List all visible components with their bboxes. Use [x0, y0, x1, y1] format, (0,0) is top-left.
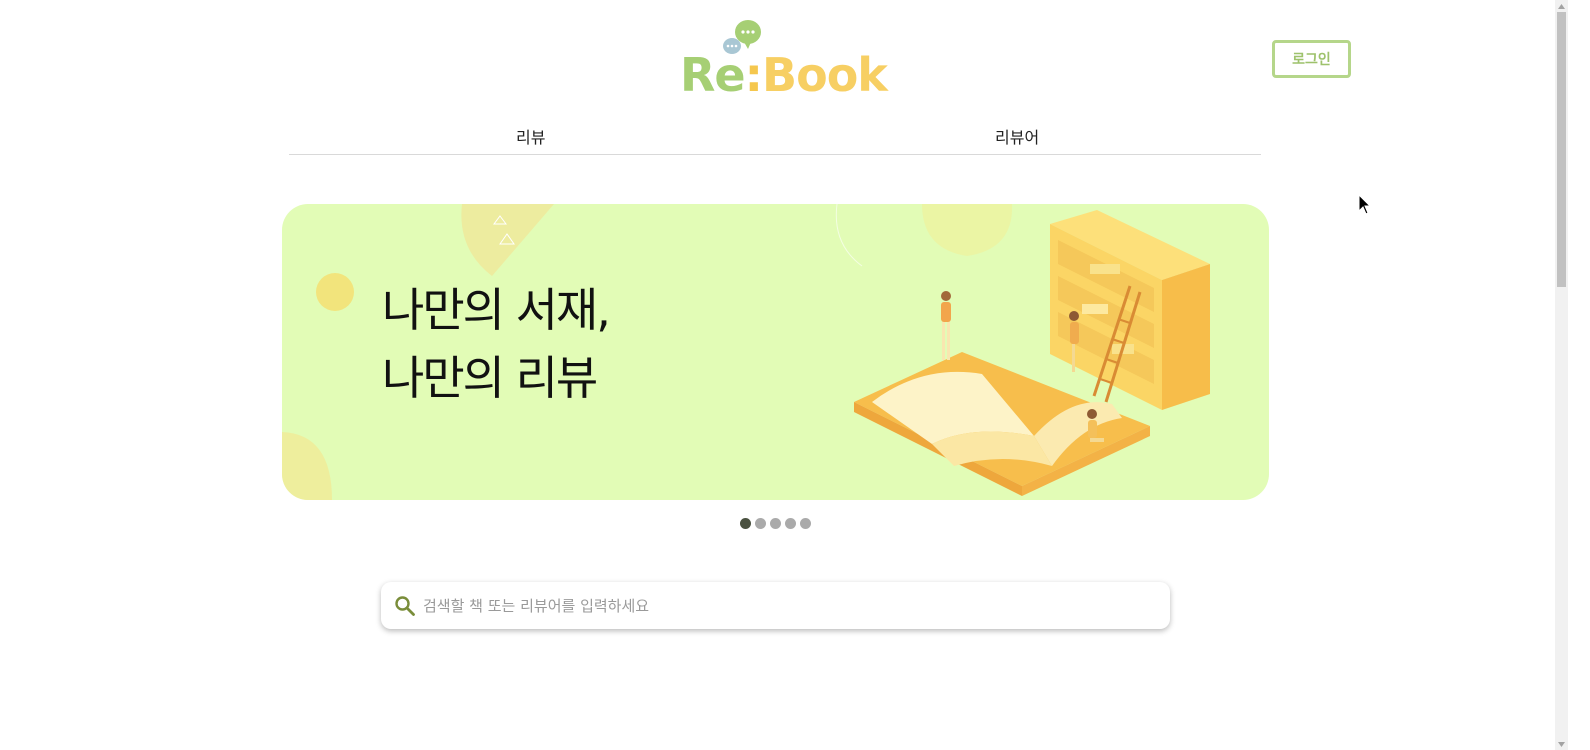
hero-banner[interactable]: 나만의 서재, 나만의 리뷰 [282, 204, 1269, 500]
carousel-dot-3[interactable] [770, 518, 781, 529]
login-button[interactable]: 로그인 [1272, 40, 1351, 78]
scrollbar-thumb[interactable] [1557, 12, 1566, 287]
nav-item-reviewer[interactable]: 리뷰어 [995, 124, 1039, 148]
mouse-cursor-icon [1358, 194, 1372, 215]
search-input[interactable] [423, 582, 1153, 629]
banner-headline: 나만의 서재, 나만의 리뷰 [382, 276, 611, 412]
scroll-up-arrow-icon[interactable] [1555, 0, 1568, 12]
logo-colon: : [744, 48, 763, 102]
carousel-indicators [740, 518, 811, 529]
carousel-dot-4[interactable] [785, 518, 796, 529]
logo-book: Book [762, 48, 888, 102]
carousel-dot-1[interactable] [740, 518, 751, 529]
search-bar [381, 582, 1170, 629]
carousel-dot-5[interactable] [800, 518, 811, 529]
banner-line-2: 나만의 리뷰 [382, 351, 598, 405]
logo-re: Re [680, 48, 746, 102]
scroll-down-arrow-icon[interactable] [1555, 738, 1568, 750]
carousel-dot-2[interactable] [755, 518, 766, 529]
nav-item-review[interactable]: 리뷰 [516, 124, 545, 148]
search-icon[interactable] [393, 594, 417, 618]
banner-line-1: 나만의 서재, [382, 283, 611, 337]
rebook-logo[interactable]: Re:Book [678, 14, 888, 98]
main-nav: 리뷰 리뷰어 [289, 118, 1261, 155]
logo-wordmark: Re:Book [680, 52, 888, 98]
page-scrollbar[interactable] [1555, 0, 1568, 750]
